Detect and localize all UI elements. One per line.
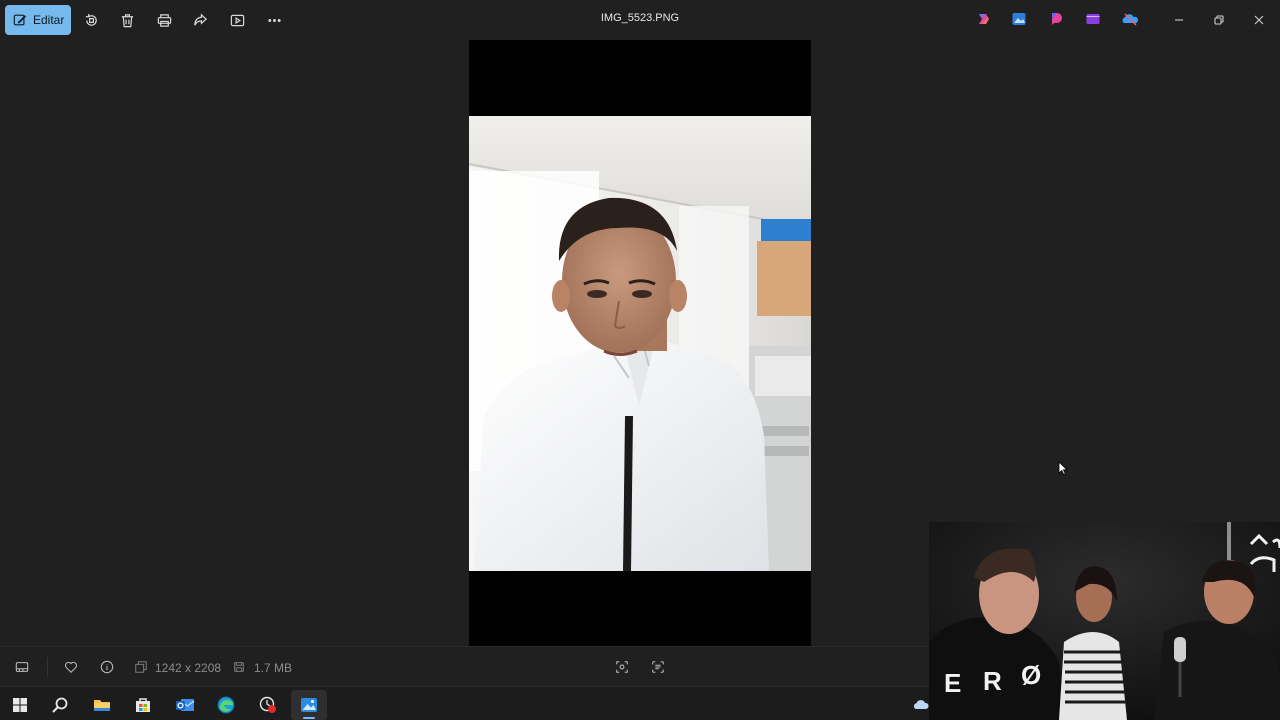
- minimize-button[interactable]: [1169, 10, 1189, 30]
- filmstrip-icon: [15, 662, 29, 672]
- rotate-icon: [85, 13, 97, 26]
- clipchamp-icon[interactable]: [1085, 11, 1101, 27]
- title-bar: Editar IMG_5523.PNG: [0, 0, 1280, 40]
- photo-frame: [469, 40, 811, 646]
- print-icon: [157, 13, 171, 27]
- close-icon: [1254, 15, 1264, 25]
- heart-icon: [65, 661, 77, 673]
- weather-icon[interactable]: [912, 697, 930, 711]
- photo-portrait-image: [469, 116, 811, 571]
- file-info-button[interactable]: [99, 659, 115, 675]
- image-dimensions: 1242 x 2208: [155, 661, 222, 675]
- slideshow-button[interactable]: [225, 8, 249, 32]
- webcam-feed-image: E R Ø: [929, 522, 1280, 720]
- divider: [47, 657, 48, 677]
- info-icon: [100, 660, 114, 674]
- photos-app-icon[interactable]: [1011, 11, 1027, 27]
- more-button[interactable]: [262, 8, 286, 32]
- file-size: 1.7 MB: [254, 661, 293, 675]
- edge-icon: [217, 696, 235, 714]
- outlook-icon: [176, 699, 195, 711]
- store-button[interactable]: [125, 690, 161, 720]
- edit-icon: [13, 14, 27, 26]
- window-title: IMG_5523.PNG: [600, 12, 680, 24]
- svg-text:E: E: [944, 668, 961, 698]
- delete-icon: [121, 13, 133, 27]
- save-disk-icon: [234, 662, 244, 672]
- resolution-icon-wrap: [133, 659, 149, 675]
- search-icon: [52, 697, 68, 713]
- windows-logo-icon: [13, 698, 27, 712]
- text-scan-button[interactable]: [650, 659, 666, 675]
- store-icon: [136, 698, 150, 712]
- copilot-icon[interactable]: [975, 11, 991, 27]
- webcam-overlay: E R Ø: [929, 522, 1280, 720]
- svg-text:Ø: Ø: [1021, 660, 1041, 690]
- edit-button-label: Editar: [33, 13, 65, 27]
- edit-button[interactable]: Editar: [5, 5, 71, 35]
- edge-button[interactable]: [208, 690, 244, 720]
- fit-to-window-button[interactable]: [614, 659, 630, 675]
- mouse-cursor: [1058, 461, 1068, 475]
- minimize-icon: [1175, 19, 1183, 21]
- start-button[interactable]: [2, 690, 38, 720]
- restore-button[interactable]: [1209, 10, 1229, 30]
- favorite-button[interactable]: [63, 659, 79, 675]
- rotate-button[interactable]: [79, 8, 103, 32]
- recording-app-button[interactable]: [250, 690, 286, 720]
- search-button[interactable]: [42, 690, 78, 720]
- displayed-photo[interactable]: [469, 116, 811, 571]
- file-explorer-button[interactable]: [84, 690, 120, 720]
- svg-text:R: R: [983, 666, 1002, 696]
- file-size-icon-wrap: [231, 659, 247, 675]
- delete-button[interactable]: [115, 8, 139, 32]
- designer-icon[interactable]: [1048, 11, 1064, 27]
- share-button[interactable]: [188, 8, 212, 32]
- filmstrip-button[interactable]: [14, 659, 30, 675]
- close-button[interactable]: [1249, 10, 1269, 30]
- onedrive-icon[interactable]: [1121, 11, 1138, 27]
- resolution-icon: [135, 661, 147, 673]
- fit-screen-icon: [616, 661, 628, 673]
- slideshow-icon: [230, 14, 244, 26]
- photos-icon: [301, 698, 317, 712]
- more-icon: [267, 18, 281, 22]
- photos-taskbar-button[interactable]: [291, 690, 327, 720]
- print-button[interactable]: [152, 8, 176, 32]
- share-icon: [193, 13, 207, 25]
- restore-icon: [1214, 15, 1224, 25]
- folder-icon: [94, 700, 110, 711]
- record-icon: [259, 696, 276, 713]
- scan-text-icon: [652, 661, 664, 673]
- outlook-button[interactable]: [167, 690, 203, 720]
